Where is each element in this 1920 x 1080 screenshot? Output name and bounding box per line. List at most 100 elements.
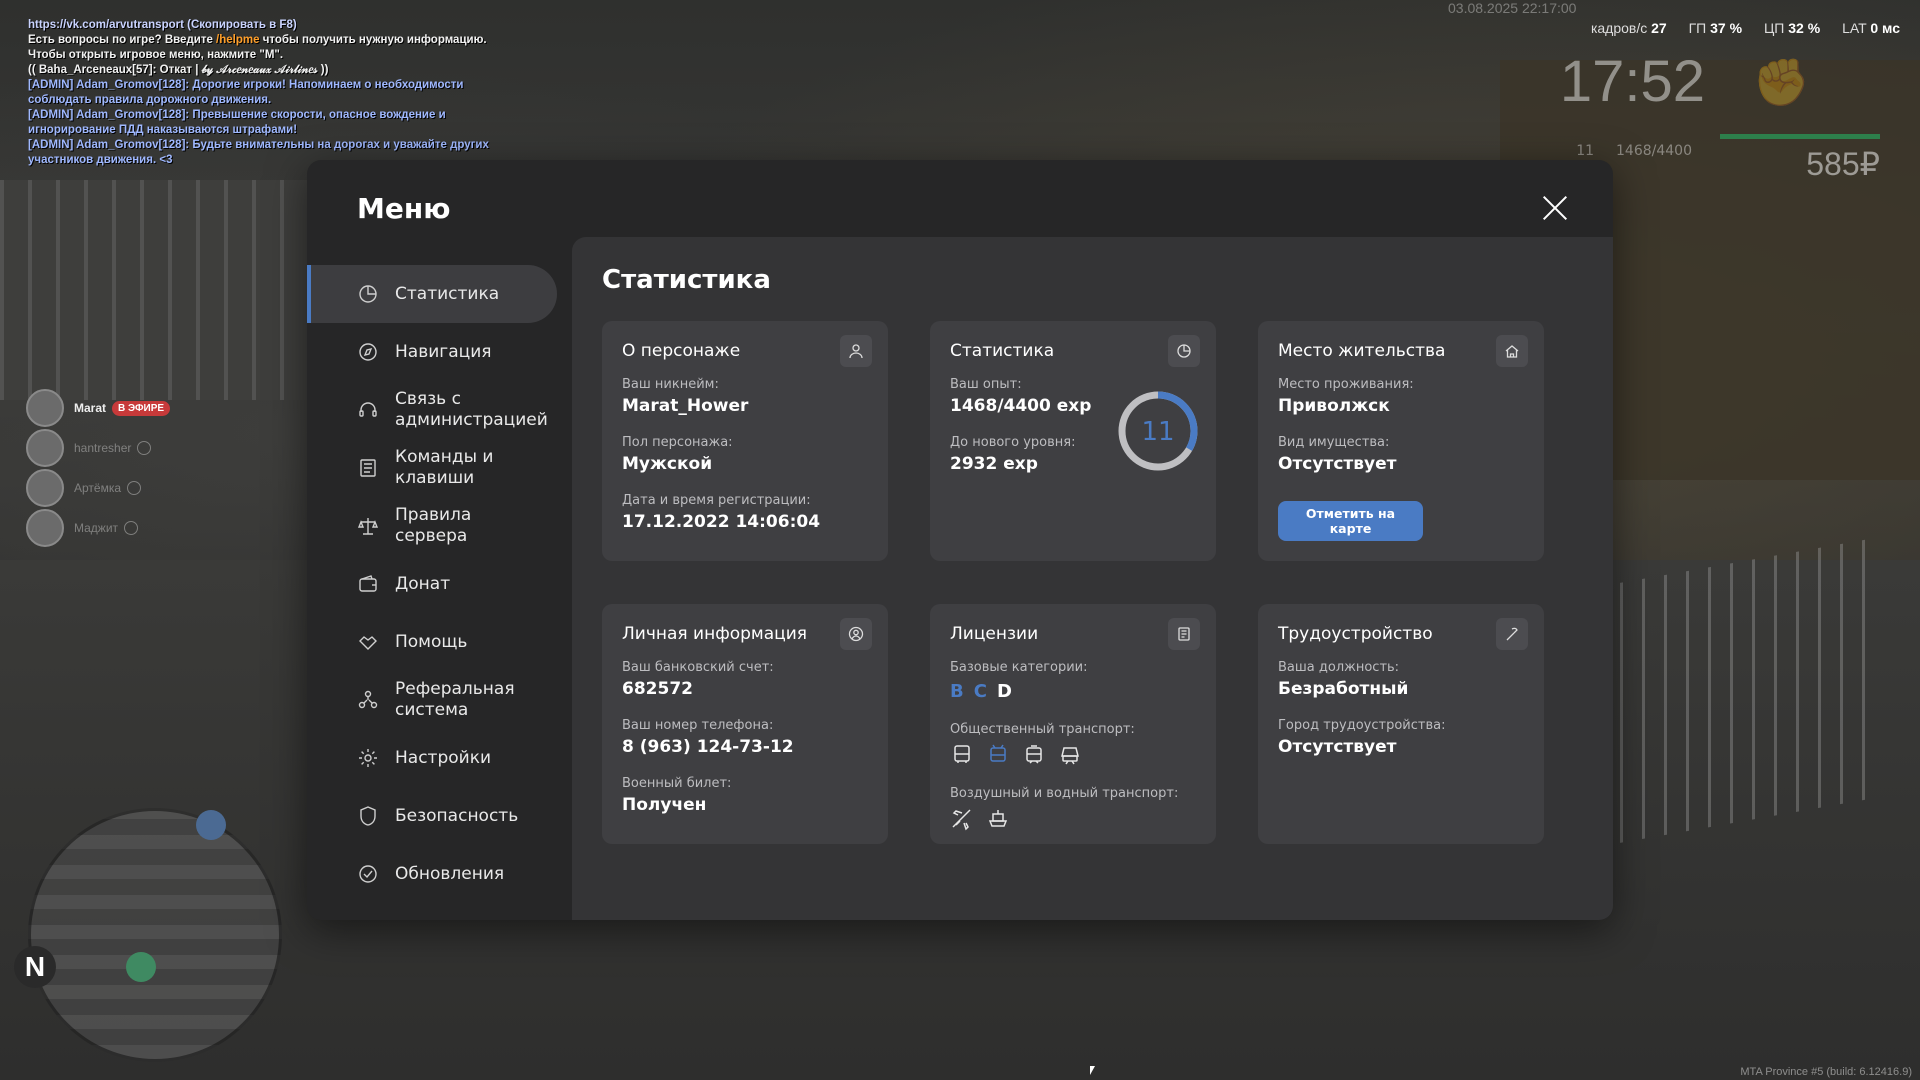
- headset-icon: [357, 399, 379, 421]
- level-number: 11: [1141, 417, 1174, 447]
- air-water-transport-icons: [950, 807, 1178, 831]
- pie-chart-icon: [357, 283, 379, 305]
- shirt-icon: [196, 810, 226, 840]
- sidebar-item-label: Статистика: [395, 283, 500, 304]
- card-character: О персонаже Ваш никнейм: Marat_Hower Пол…: [602, 321, 888, 561]
- field-value: 8 (963) 124-73-12: [622, 737, 794, 757]
- sidebar-item-label: Связь с администрацией: [395, 389, 548, 430]
- sidebar-item-label: Правила сервера: [395, 505, 472, 546]
- field-property: Вид имущества: Отсутствует: [1278, 435, 1396, 474]
- hud-performance: 03.08.2025 22:17:00 кадров/с 27 ГП 37 % …: [1440, 0, 1900, 36]
- field-label: Дата и время регистрации:: [622, 493, 811, 508]
- field-value: 1468/4400 exp: [950, 396, 1092, 416]
- field-position: Ваша должность: Безработный: [1278, 660, 1408, 699]
- field-military: Военный билет: Получен: [622, 776, 731, 815]
- boat-icon: [986, 807, 1010, 831]
- field-label: Место проживания:: [1278, 377, 1414, 392]
- voice-user: Маджит: [26, 508, 170, 548]
- sidebar-item-4[interactable]: Команды и клавиши: [307, 439, 572, 497]
- field-label: До нового уровня:: [950, 435, 1076, 450]
- sidebar-item-6[interactable]: Донат: [307, 555, 572, 613]
- lat-value: 0 мс: [1870, 20, 1900, 36]
- field-value: Отсутствует: [1278, 454, 1397, 474]
- field-sex: Пол персонажа: Мужской: [622, 435, 733, 474]
- close-icon[interactable]: [1537, 190, 1573, 226]
- license-categories: BCD: [950, 681, 1088, 702]
- lat-label: LAT: [1842, 20, 1867, 36]
- card-title: О персонаже: [622, 341, 741, 361]
- document-icon: [1168, 618, 1200, 650]
- tram-icon: [1022, 743, 1046, 767]
- field-phone: Ваш номер телефона: 8 (963) 124-73-12: [622, 718, 794, 757]
- cpu-value: 32 %: [1788, 20, 1821, 36]
- field-label: Военный билет:: [622, 776, 732, 791]
- sidebar-item-11[interactable]: Обновления: [307, 845, 572, 903]
- sidebar-item-3[interactable]: Связь с администрацией: [307, 381, 572, 439]
- avatar: [26, 509, 64, 547]
- check-circle-icon: [357, 863, 379, 885]
- voice-user-name: hantresher: [74, 441, 132, 455]
- sidebar-item-label: Донат: [395, 573, 451, 594]
- sidebar-item-label: Безопасность: [395, 805, 519, 826]
- sidebar-item-2[interactable]: Навигация: [307, 323, 572, 381]
- sidebar-item-10[interactable]: Безопасность: [307, 787, 572, 845]
- card-licenses: Лицензии Базовые категории: BCD Обществе…: [930, 604, 1216, 844]
- sidebar-item-label: Помощь: [395, 631, 468, 652]
- minimap: [28, 808, 282, 1062]
- voice-user: Marat В ЭФИРЕ: [26, 388, 171, 428]
- license-category-b: B: [950, 681, 964, 702]
- field-nickname: Ваш никнейм: Marat_Hower: [622, 377, 748, 416]
- fps-value: 27: [1651, 20, 1667, 36]
- card-employment: Трудоустройство Ваша должность: Безработ…: [1258, 604, 1544, 844]
- field-label: Ваш никнейм:: [622, 377, 719, 392]
- trolleybus-icon: [986, 743, 1010, 767]
- field-value: 17.12.2022 14:06:04: [622, 512, 821, 532]
- field-bank-account: Ваш банковский счет: 682572: [622, 660, 774, 699]
- user-circle-icon: [840, 618, 872, 650]
- avatar: [26, 389, 64, 427]
- compass-icon: [357, 341, 379, 363]
- field-label: Общественный транспорт:: [950, 722, 1135, 737]
- field-public-transport: Общественный транспорт:: [950, 722, 1135, 767]
- mic-icon: [137, 441, 152, 455]
- sidebar-item-5[interactable]: Правила сервера: [307, 497, 572, 555]
- sidebar: Статистика Навигация Связь с администрацие…: [307, 265, 572, 903]
- chat-line: [ADMIN] Adam_Gromov[128]: Превышение ско…: [28, 109, 446, 136]
- chat-line: (( Baha_Arceneaux[57]: Откат | 𝒷𝓎 𝒜𝓇𝒸𝑒𝓃𝑒…: [28, 64, 329, 76]
- chat-log: https://vk.com/arvutransport (Скопироват…: [28, 18, 508, 168]
- license-category-c: C: [973, 681, 987, 702]
- mic-icon: [124, 521, 139, 535]
- chat-line: [ADMIN] Adam_Gromov[128]: Дорогие игроки…: [28, 79, 464, 106]
- voice-user: hantresher: [26, 428, 170, 468]
- train-icon: [1058, 743, 1082, 767]
- card-title: Статистика: [950, 341, 1055, 361]
- field-value: Безработный: [1278, 679, 1409, 699]
- fist-icon: ✊: [1752, 55, 1810, 109]
- mic-icon: [127, 481, 142, 495]
- sidebar-item-label: Команды и клавиши: [395, 447, 494, 488]
- sidebar-item-8[interactable]: Реферальная система: [307, 671, 572, 729]
- public-transport-icons: [950, 743, 1135, 767]
- on-air-badge: В ЭФИРЕ: [112, 400, 171, 416]
- sidebar-item-7[interactable]: Помощь: [307, 613, 572, 671]
- avatar: [26, 429, 64, 467]
- page-title: Статистика: [602, 265, 771, 295]
- sidebar-item-1[interactable]: Статистика: [307, 265, 557, 323]
- card-personal-info: Личная информация Ваш банковский счет: 6…: [602, 604, 888, 844]
- gpu-value: 37 %: [1710, 20, 1743, 36]
- user-icon: [840, 335, 872, 367]
- mark-on-map-button[interactable]: Отметить на карте: [1278, 501, 1423, 541]
- chat-segment: чтобы получить нужную информацию.: [259, 34, 487, 46]
- fps-label: кадров/с: [1590, 20, 1648, 36]
- handshake-icon: [357, 631, 379, 653]
- field-value: Получен: [622, 795, 707, 815]
- field-value: Приволжск: [1278, 396, 1390, 416]
- card-residence: Место жительства Место проживания: Приво…: [1258, 321, 1544, 561]
- hud-health-bar: [1720, 134, 1880, 139]
- bus-stop-icon: [126, 952, 156, 982]
- north-indicator: N: [14, 946, 56, 988]
- sidebar-item-label: Навигация: [395, 341, 492, 362]
- field-job-city: Город трудоустройства: Отсутствует: [1278, 718, 1445, 757]
- sidebar-item-9[interactable]: Настройки: [307, 729, 572, 787]
- voice-user-name: Артёмка: [74, 481, 122, 495]
